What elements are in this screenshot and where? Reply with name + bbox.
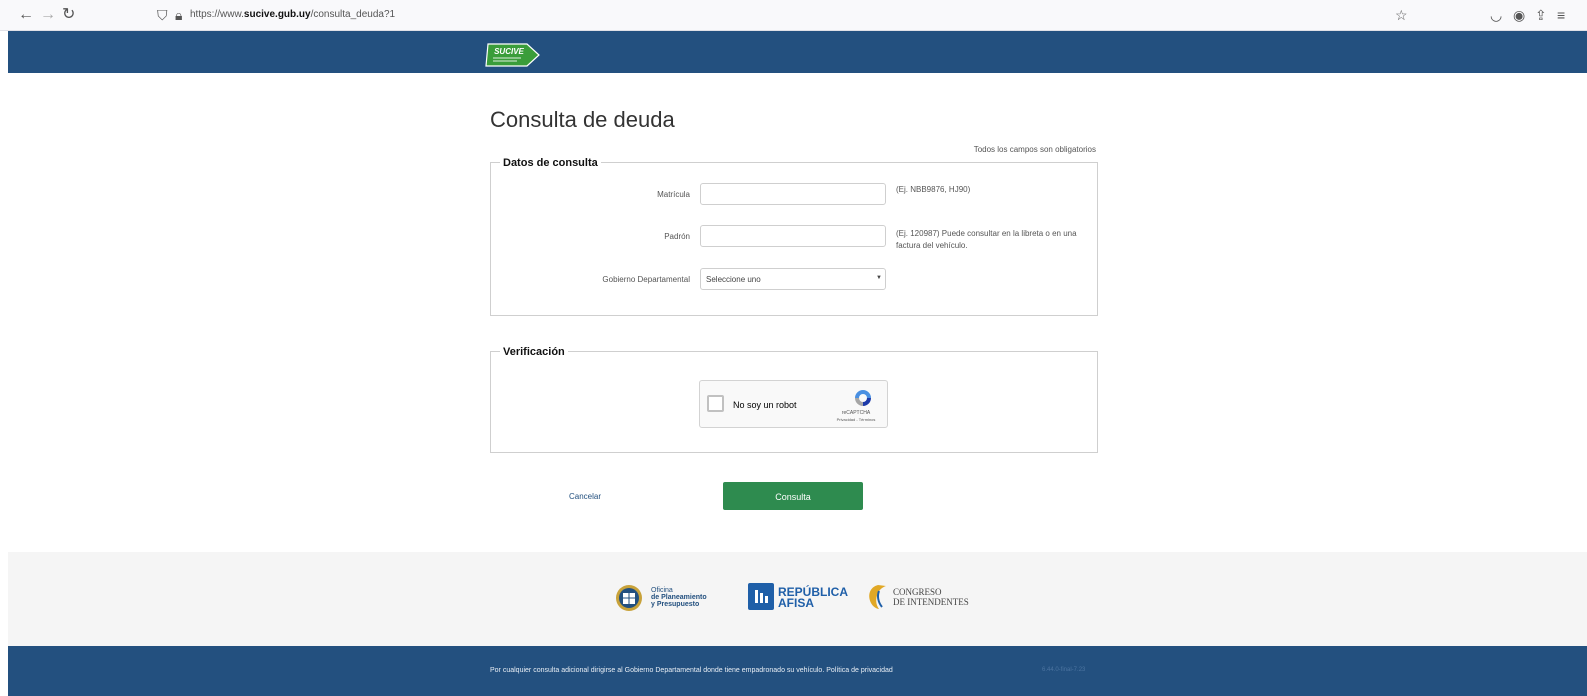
congreso-logo-icon: [869, 585, 886, 609]
page-title: Consulta de deuda: [490, 107, 675, 132]
recaptcha-icon: [855, 390, 871, 406]
padron-hint: (Ej. 120987) Puede consultar en la libre…: [896, 228, 1096, 252]
padron-hint-line-1: (Ej. 120987) Puede consultar en la libre…: [896, 229, 1077, 238]
menu-icon[interactable]: ≡: [1557, 6, 1565, 24]
matricula-label: Matrícula: [657, 190, 690, 199]
gobierno-label: Gobierno Departamental: [602, 275, 690, 284]
opp-line-2: de Planeamiento: [651, 594, 707, 601]
recaptcha-links[interactable]: Privacidad - Términos: [830, 417, 882, 423]
lock-icon[interactable]: 🔒︎: [175, 6, 182, 24]
congreso-line-2: DE INTENDENTES: [893, 597, 969, 607]
privacy-link[interactable]: Política de privacidad: [826, 667, 893, 674]
back-icon[interactable]: ←: [18, 6, 34, 24]
matricula-hint: (Ej. NBB9876, HJ90): [896, 185, 971, 194]
afisa-logo-icon: [748, 583, 774, 610]
svg-text:SUCIVE: SUCIVE: [494, 47, 524, 56]
footer-note: Por cualquier consulta adicional dirigir…: [490, 667, 893, 674]
matricula-input[interactable]: [700, 183, 886, 205]
congreso-logo-text: CONGRESO DE INTENDENTES: [893, 587, 969, 607]
required-note: Todos los campos son obligatorios: [973, 145, 1096, 154]
sucive-logo[interactable]: SUCIVE: [485, 43, 540, 67]
reload-icon[interactable]: ↻: [62, 6, 75, 24]
afisa-line-2: AFISA: [778, 596, 814, 610]
site-header: [8, 31, 1587, 73]
padron-hint-line-2: factura del vehículo.: [896, 241, 968, 250]
congreso-line-1: CONGRESO: [893, 587, 942, 597]
opp-line-3: y Presupuesto: [651, 601, 700, 608]
pocket-icon[interactable]: ◡: [1490, 6, 1502, 24]
recaptcha-checkbox[interactable]: [707, 395, 724, 412]
bookmark-star-icon[interactable]: ☆: [1395, 6, 1408, 24]
padron-input[interactable]: [700, 225, 886, 247]
account-icon[interactable]: ◉: [1513, 6, 1525, 24]
opp-line-1: Oficina: [651, 587, 673, 594]
cancel-link[interactable]: Cancelar: [569, 492, 601, 501]
opp-emblem-icon: [616, 585, 642, 611]
version-label: 6.44.0-final-7.23: [1042, 667, 1086, 673]
recaptcha-label: No soy un robot: [733, 400, 797, 410]
url-bar[interactable]: https://www.sucive.gub.uy/consulta_deuda…: [190, 8, 395, 22]
shield-icon[interactable]: ⛉: [157, 6, 168, 24]
consulta-button[interactable]: Consulta: [723, 482, 863, 510]
footer-note-text: Por cualquier consulta adicional dirigir…: [490, 667, 825, 674]
chevron-down-icon: ▼: [876, 275, 882, 281]
datos-legend: Datos de consulta: [500, 156, 601, 170]
extensions-icon[interactable]: ⇪: [1535, 6, 1547, 24]
recaptcha-brand: reCAPTCHA: [841, 410, 871, 416]
afisa-logo-text: REPÚBLICA AFISA: [778, 586, 848, 610]
verificacion-legend: Verificación: [500, 345, 568, 359]
padron-label: Padrón: [664, 232, 690, 241]
forward-icon[interactable]: →: [40, 6, 56, 24]
gobierno-select-value: Seleccione uno: [706, 275, 761, 284]
opp-logo-text: Oficina de Planeamiento y Presupuesto: [651, 587, 707, 608]
